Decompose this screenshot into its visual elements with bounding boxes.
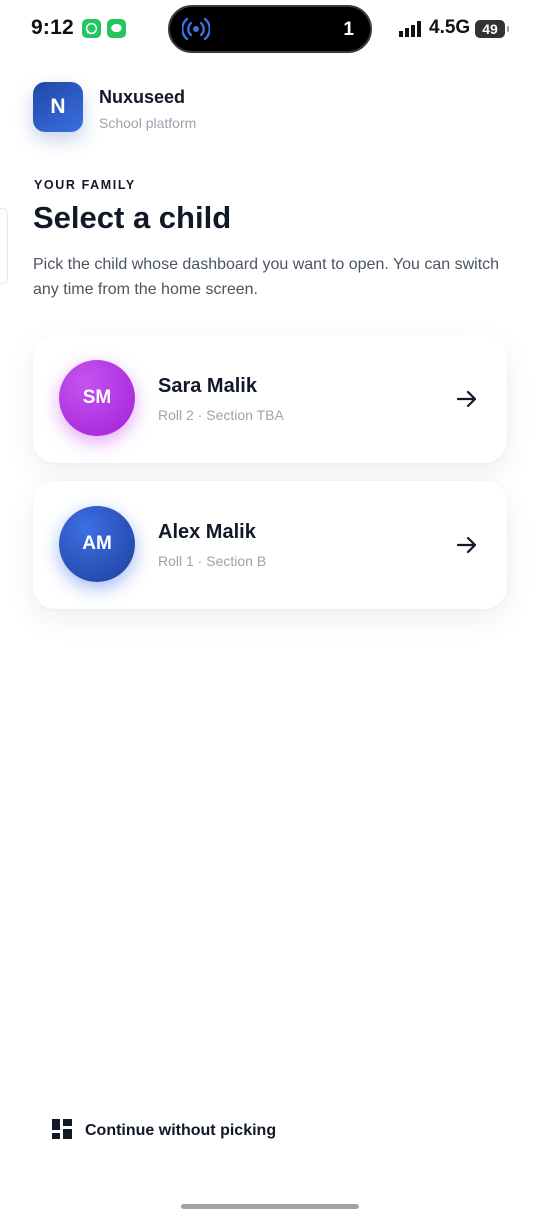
- continue-without-picking-button[interactable]: Continue without picking: [52, 1118, 276, 1144]
- arrow-right-icon[interactable]: [455, 533, 479, 557]
- dynamic-island[interactable]: 1: [168, 5, 372, 53]
- child-card-alex[interactable]: AM Alex Malik Roll 1 · Section B: [33, 481, 507, 609]
- avatar: SM: [59, 360, 135, 436]
- page-description: Pick the child whose dashboard you want …: [33, 256, 500, 298]
- arrow-right-icon[interactable]: [455, 387, 479, 411]
- child-meta: Roll 1 · Section B: [158, 553, 267, 569]
- island-count: 1: [343, 19, 354, 40]
- brand-logo: N: [33, 82, 83, 132]
- battery-indicator: 49: [475, 20, 509, 38]
- child-name: Alex Malik: [158, 521, 256, 543]
- child-card-sara[interactable]: SM Sara Malik Roll 2 · Section TBA: [33, 335, 507, 463]
- network-type: 4.5G: [429, 17, 471, 38]
- status-time: 9:12: [31, 16, 74, 39]
- home-indicator[interactable]: [181, 1204, 359, 1209]
- hotspot-icon: [181, 17, 211, 46]
- avatar: AM: [59, 506, 135, 582]
- status-bar: 9:12 1 4.5G 49: [0, 0, 540, 58]
- whatsapp-icon: [82, 19, 101, 38]
- child-name: Sara Malik: [158, 375, 257, 397]
- child-meta: Roll 2 · Section TBA: [158, 407, 284, 423]
- signal-icon: [399, 21, 425, 42]
- messages-icon: [107, 19, 126, 38]
- continue-label: Continue without picking: [85, 1122, 277, 1139]
- brand-subtitle: School platform: [99, 115, 197, 131]
- page-title: Select a child: [33, 200, 232, 235]
- section-eyebrow: YOUR FAMILY: [34, 178, 136, 192]
- edge-handle[interactable]: [0, 208, 8, 284]
- dashboard-icon: [52, 1118, 72, 1144]
- brand-name: Nuxuseed: [99, 87, 186, 107]
